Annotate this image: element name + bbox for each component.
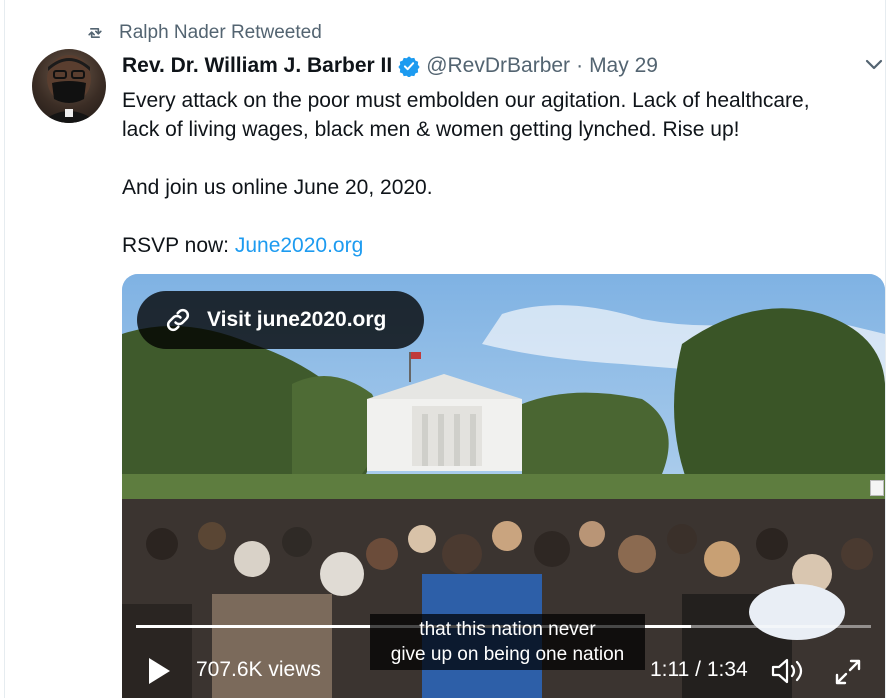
visit-link-label: Visit june2020.org: [207, 308, 387, 331]
tweet-header: Rev. Dr. William J. Barber II @RevDrBarb…: [122, 52, 658, 80]
author-handle[interactable]: @RevDrBarber: [426, 54, 570, 78]
avatar[interactable]: [32, 49, 106, 123]
tweet-text-line: And join us online June 20, 2020.: [122, 176, 433, 199]
subtitle-line: that this nation never: [419, 619, 596, 640]
link-icon: [166, 308, 190, 332]
retweet-context: Ralph Nader Retweeted: [85, 20, 322, 46]
visit-link-button[interactable]: Visit june2020.org: [137, 291, 424, 349]
chevron-down-icon[interactable]: [861, 54, 887, 76]
volume-icon[interactable]: [770, 656, 806, 686]
rsvp-line: RSVP now: June2020.org: [122, 231, 882, 260]
verified-badge-icon: [398, 56, 420, 77]
play-icon[interactable]: [146, 656, 172, 686]
retweet-label[interactable]: Ralph Nader Retweeted: [119, 22, 322, 44]
tweet-card[interactable]: Ralph Nader Retweeted Rev. Dr. William J…: [4, 0, 886, 698]
video-controls: 707.6K views 1:11 / 1:34: [122, 650, 885, 698]
fullscreen-icon[interactable]: [834, 658, 862, 686]
rsvp-prefix: RSVP now:: [122, 234, 235, 257]
author-name[interactable]: Rev. Dr. William J. Barber II: [122, 54, 392, 78]
video-player[interactable]: Visit june2020.org that this nation neve…: [122, 274, 885, 698]
tweet-text-line: Every attack on the poor must embolden o…: [122, 89, 810, 112]
tweet-date[interactable]: May 29: [589, 54, 658, 78]
video-time: 1:11 / 1:34: [650, 658, 748, 681]
retweet-icon: [88, 28, 102, 39]
view-count: 707.6K views: [196, 658, 321, 681]
rsvp-link[interactable]: June2020.org: [235, 234, 363, 257]
header-separator: ·: [576, 54, 584, 77]
scroll-marker[interactable]: [870, 480, 884, 496]
avatar-portrait: [40, 55, 98, 123]
tweet-text-line: lack of living wages, black men & women …: [122, 118, 740, 141]
tweet-body: Every attack on the poor must embolden o…: [122, 86, 882, 260]
